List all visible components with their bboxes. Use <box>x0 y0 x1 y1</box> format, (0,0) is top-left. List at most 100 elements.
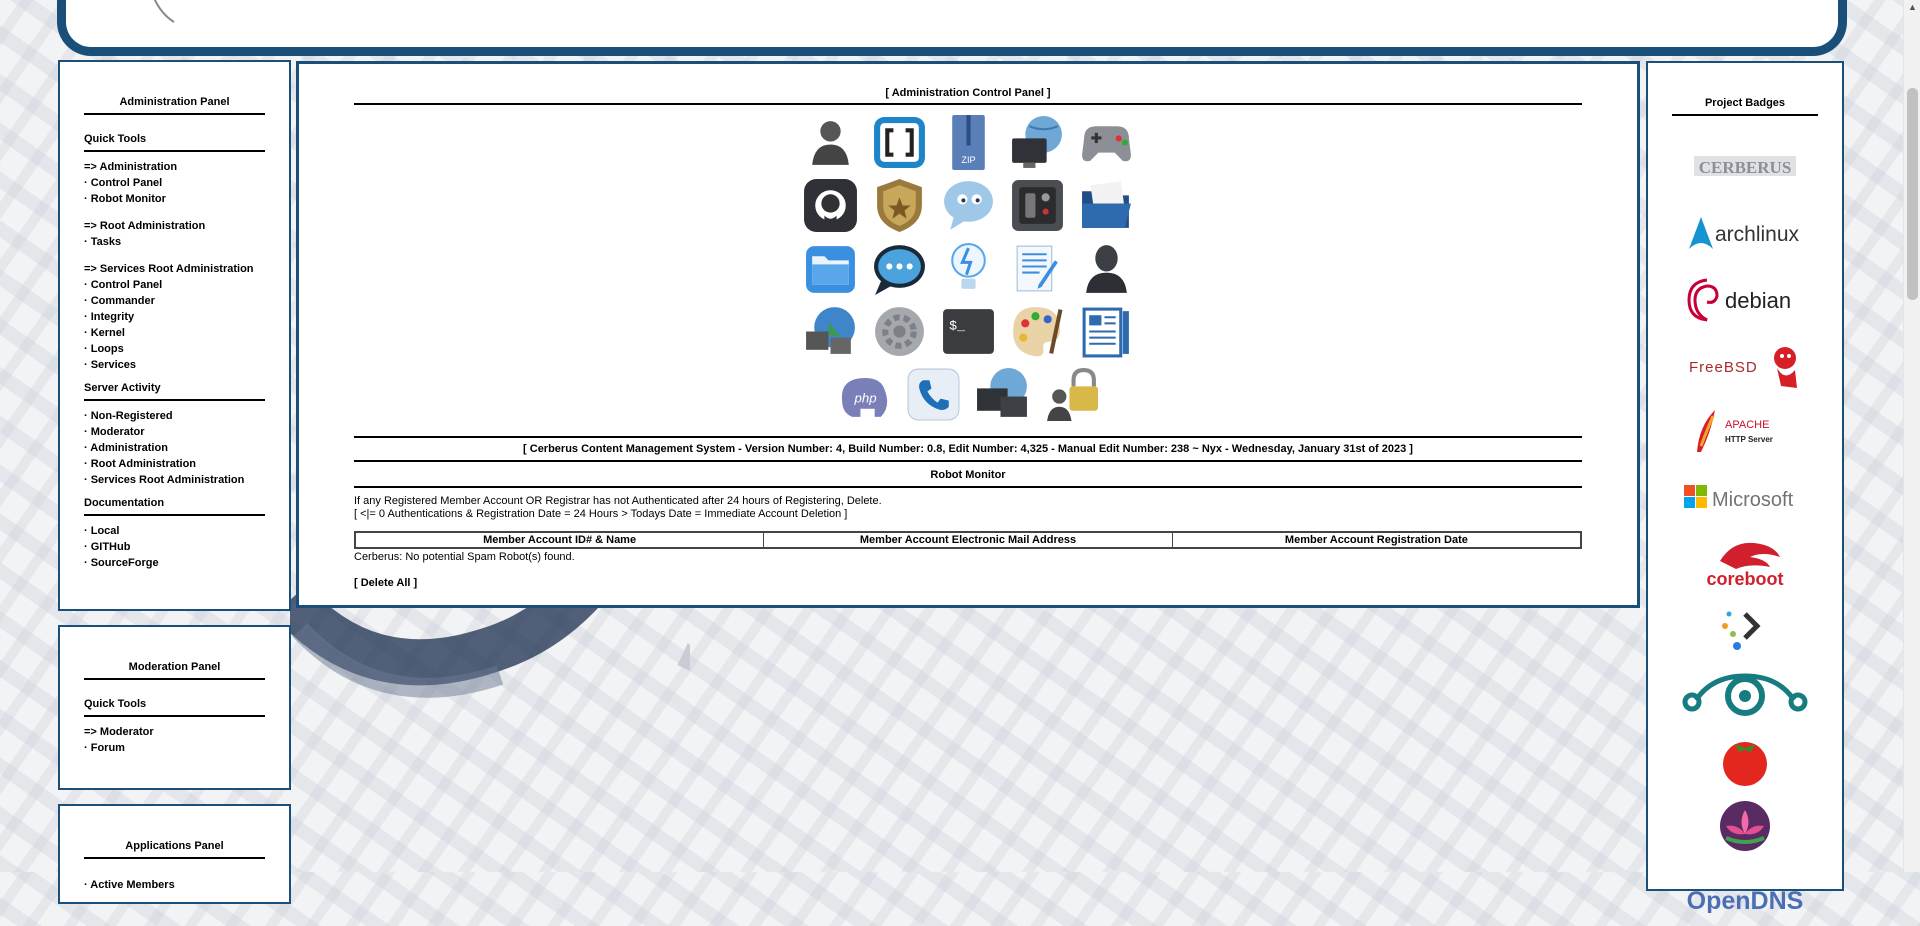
nav-services-root-administration[interactable]: => Services Root Administration <box>84 261 265 277</box>
network-globe-icon[interactable] <box>802 303 859 360</box>
power-panel-icon[interactable] <box>1009 177 1066 234</box>
nav-administration[interactable]: => Administration <box>84 159 265 175</box>
debian-badge[interactable]: debian <box>1672 266 1818 332</box>
microsoft-badge[interactable]: Microsoft <box>1672 464 1818 530</box>
doc-local[interactable]: · Local <box>84 523 265 539</box>
nav-forum[interactable]: · Forum <box>84 740 265 756</box>
nav-active-members[interactable]: · Active Members <box>84 877 265 893</box>
nav-integrity[interactable]: · Integrity <box>84 309 265 325</box>
zip-archive-icon[interactable]: ZIP <box>940 114 997 171</box>
activity-non-registered[interactable]: · Non-Registered <box>84 408 265 424</box>
opendns-badge[interactable]: OpenDNS <box>1672 860 1818 926</box>
coreboot-badge-text: coreboot <box>1706 569 1783 589</box>
terminal-icon[interactable]: $_ <box>940 303 997 360</box>
info-line: If any Registered Member Account OR Regi… <box>354 495 882 507</box>
lightbulb-icon[interactable] <box>940 240 997 297</box>
network-display-icon[interactable] <box>1009 114 1066 171</box>
remote-desktop-icon[interactable] <box>974 366 1031 423</box>
freebsd-badge[interactable]: FreeBSD <box>1672 332 1818 398</box>
moderation-quick-tools-list: => Moderator · Forum <box>84 724 265 756</box>
delete-all-button[interactable]: [ Delete All ] <box>354 577 417 589</box>
cms-version-line: [ Cerberus Content Management System - V… <box>354 436 1582 462</box>
applications-panel: Applications Panel · Active Members <box>58 804 291 904</box>
cerberus-badge[interactable]: CERBERUS <box>1672 134 1818 200</box>
robot-scan-result: Cerberus: No potential Spam Robot(s) fou… <box>354 551 575 563</box>
user-icon[interactable] <box>802 114 859 171</box>
documentation-list: · Local · GITHub · SourceForge <box>84 523 265 571</box>
info-line: [ <|= 0 Authentications & Registration D… <box>354 508 848 520</box>
moderation-quick-tools-title: Quick Tools <box>84 698 265 717</box>
icon-row <box>788 174 1148 237</box>
text-editor-icon[interactable] <box>1009 240 1066 297</box>
robot-monitor-info: If any Registered Member Account OR Regi… <box>354 495 1582 521</box>
cerberus-badge-text: CERBERUS <box>1699 158 1792 177</box>
icon-row: ZIP <box>788 111 1148 174</box>
archlinux-badge[interactable]: archlinux <box>1672 200 1818 266</box>
activity-moderator[interactable]: · Moderator <box>84 424 265 440</box>
activity-administration[interactable]: · Administration <box>84 440 265 456</box>
nav-moderator[interactable]: => Moderator <box>84 724 265 740</box>
gamepad-icon[interactable] <box>1078 114 1135 171</box>
server-activity-title: Server Activity <box>84 382 265 401</box>
nav-robot-monitor[interactable]: · Robot Monitor <box>84 191 265 207</box>
nav-control-panel[interactable]: · Control Panel <box>84 175 265 191</box>
scrollbar-thumb[interactable] <box>1907 88 1918 300</box>
apache-badge-text: APACHE <box>1725 419 1769 431</box>
column-header: Member Account ID# & Name <box>354 531 765 549</box>
svg-text:ZIP: ZIP <box>961 155 975 165</box>
nav-loops[interactable]: · Loops <box>84 341 265 357</box>
project-badges-title: Project Badges <box>1672 97 1818 116</box>
delete-all-container: [ Delete All ] <box>354 577 1582 589</box>
activity-root-administration[interactable]: · Root Administration <box>84 456 265 472</box>
scroll-up-arrow-icon[interactable]: ▲ <box>1904 0 1920 14</box>
lotus-badge[interactable] <box>1672 794 1818 860</box>
settings-gear-icon[interactable] <box>871 303 928 360</box>
moderation-panel-title: Moderation Panel <box>84 661 265 680</box>
administration-panel: Administration Panel Quick Tools => Admi… <box>58 60 291 611</box>
activity-services-root-administration[interactable]: · Services Root Administration <box>84 472 265 488</box>
apache-http-server-text: HTTP Server <box>1725 435 1773 444</box>
apache-badge[interactable]: APACHE HTTP Server <box>1672 398 1818 464</box>
paint-palette-icon[interactable] <box>1009 303 1066 360</box>
folder-icon[interactable] <box>802 240 859 297</box>
page-title: [ Administration Control Panel ] <box>354 87 1582 105</box>
doc-github[interactable]: · GITHub <box>84 539 265 555</box>
github-icon[interactable] <box>802 177 859 234</box>
nav-services-control-panel[interactable]: · Control Panel <box>84 277 265 293</box>
header-swirl-decoration <box>153 0 175 23</box>
news-document-icon[interactable] <box>1078 303 1135 360</box>
security-badge-icon[interactable] <box>871 177 928 234</box>
phone-icon[interactable] <box>905 366 962 423</box>
lightning-dots-badge[interactable] <box>1672 596 1818 662</box>
member-accounts-table: Member Account ID# & Name Member Account… <box>354 531 1582 549</box>
user-lock-icon[interactable] <box>1043 366 1100 423</box>
page-scrollbar[interactable]: ▲ <box>1903 0 1920 872</box>
nav-tasks[interactable]: · Tasks <box>84 234 265 250</box>
lineageos-badge[interactable] <box>1672 662 1818 728</box>
svg-text:$_: $_ <box>949 318 965 333</box>
microsoft-badge-text: Microsoft <box>1712 489 1794 511</box>
icon-row: $_ <box>788 300 1148 363</box>
nav-root-administration[interactable]: => Root Administration <box>84 218 265 234</box>
quick-tools-title: Quick Tools <box>84 133 265 152</box>
tomato-badge[interactable] <box>1672 728 1818 794</box>
nav-kernel[interactable]: · Kernel <box>84 325 265 341</box>
table-header-row: Member Account ID# & Name Member Account… <box>354 531 1582 549</box>
documentation-title: Documentation <box>84 497 265 516</box>
svg-text:php: php <box>853 391 876 406</box>
brackets-editor-icon[interactable] <box>871 114 928 171</box>
coreboot-badge[interactable]: coreboot <box>1672 530 1818 596</box>
robot-monitor-title: Robot Monitor <box>354 462 1582 488</box>
server-activity-list: · Non-Registered · Moderator · Administr… <box>84 408 265 488</box>
doc-sourceforge[interactable]: · SourceForge <box>84 555 265 571</box>
column-header: Member Account Electronic Mail Address <box>763 531 1173 549</box>
administration-panel-title: Administration Panel <box>84 96 265 115</box>
open-folder-icon[interactable] <box>1078 177 1135 234</box>
chat-bubble-icon[interactable] <box>940 177 997 234</box>
user-silhouette-icon[interactable] <box>1078 240 1135 297</box>
nav-commander[interactable]: · Commander <box>84 293 265 309</box>
applications-panel-title: Applications Panel <box>84 840 265 859</box>
php-icon[interactable]: php <box>836 366 893 423</box>
nav-services[interactable]: · Services <box>84 357 265 373</box>
messages-icon[interactable] <box>871 240 928 297</box>
